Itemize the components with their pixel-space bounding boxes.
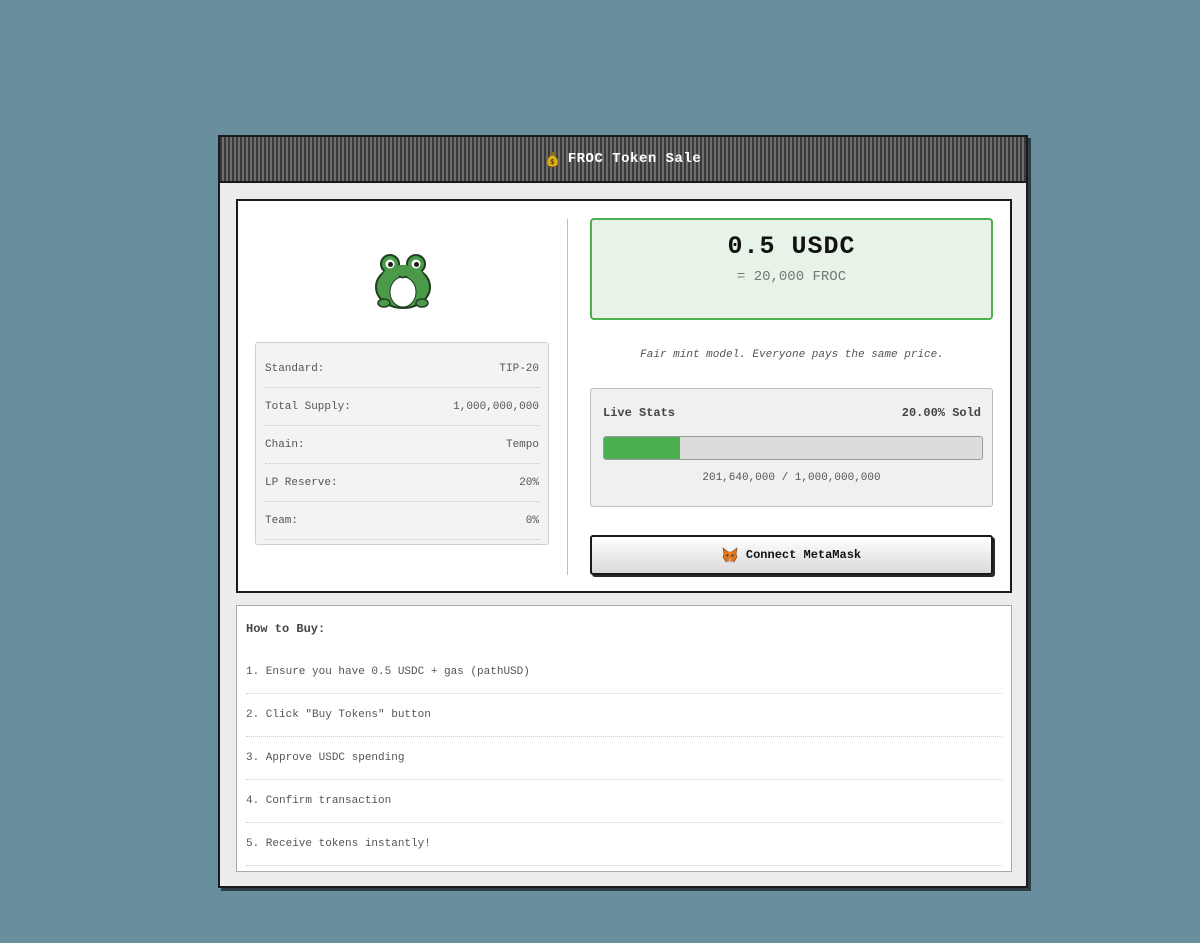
token-info-column: Standard: TIP-20 Total Supply: 1,000,000… <box>238 201 568 591</box>
sale-panel: Standard: TIP-20 Total Supply: 1,000,000… <box>236 199 1012 593</box>
how-to-buy-step: 4. Confirm transaction <box>246 780 1002 823</box>
info-label: Team: <box>265 514 299 527</box>
live-stats-header: Live Stats 20.00% Sold <box>603 406 981 420</box>
how-to-buy-step: 5. Receive tokens instantly! <box>246 823 1002 866</box>
title-inner: $ FROC Token Sale <box>545 151 702 168</box>
how-to-buy-step: 1. Ensure you have 0.5 USDC + gas (pathU… <box>246 651 1002 694</box>
tokens-sold-caption: 201,640,000 / 1,000,000,000 <box>702 472 881 484</box>
info-row-standard: Standard: TIP-20 <box>265 350 539 388</box>
sale-progress-bar <box>603 436 983 460</box>
money-bag-icon: $ <box>546 151 559 167</box>
how-to-buy-step: 3. Approve USDC spending <box>246 737 1002 780</box>
connect-metamask-button[interactable]: Connect MetaMask <box>590 535 993 575</box>
info-label: Total Supply: <box>265 400 351 413</box>
info-value: Tempo <box>505 438 539 451</box>
sold-percentage: 20.00% Sold <box>901 406 981 420</box>
price-amount: 0.5 USDC <box>727 232 856 261</box>
info-row-chain: Chain: Tempo <box>265 426 539 464</box>
info-value: 0% <box>525 514 539 527</box>
how-to-buy-title: How to Buy: <box>246 622 326 636</box>
info-value: 1,000,000,000 <box>453 400 539 413</box>
info-label: Chain: <box>265 438 305 451</box>
info-row-total-supply: Total Supply: 1,000,000,000 <box>265 388 539 426</box>
info-label: LP Reserve: <box>265 476 338 489</box>
frog-logo-icon <box>375 254 431 309</box>
token-sale-window: $ FROC Token Sale Standard: TIP-20 Total… <box>218 135 1028 888</box>
window-title: FROC Token Sale <box>567 151 702 167</box>
fair-mint-note: Fair mint model. Everyone pays the same … <box>640 349 944 361</box>
purchase-column: 0.5 USDC = 20,000 FROC Fair mint model. … <box>590 201 994 591</box>
price-equivalent: = 20,000 FROC <box>736 269 847 285</box>
price-box: 0.5 USDC = 20,000 FROC <box>590 218 993 320</box>
sale-progress-fill <box>604 437 680 459</box>
info-row-lp-reserve: LP Reserve: 20% <box>265 464 539 502</box>
title-bar[interactable]: $ FROC Token Sale <box>220 137 1026 183</box>
token-info-box: Standard: TIP-20 Total Supply: 1,000,000… <box>255 342 549 545</box>
info-value: 20% <box>519 476 539 489</box>
column-divider <box>567 219 568 575</box>
connect-button-label: Connect MetaMask <box>745 548 862 562</box>
how-to-buy-step: 2. Click "Buy Tokens" button <box>246 694 1002 737</box>
info-label: Standard: <box>265 362 325 375</box>
how-to-buy-panel: How to Buy: 1. Ensure you have 0.5 USDC … <box>236 605 1012 872</box>
live-stats-label: Live Stats <box>603 406 676 420</box>
metamask-fox-icon <box>722 547 738 563</box>
svg-text:$: $ <box>550 158 555 166</box>
live-stats-box: Live Stats 20.00% Sold 201,640,000 / 1,0… <box>590 388 993 507</box>
info-row-team: Team: 0% <box>265 502 539 540</box>
info-value: TIP-20 <box>499 362 539 375</box>
